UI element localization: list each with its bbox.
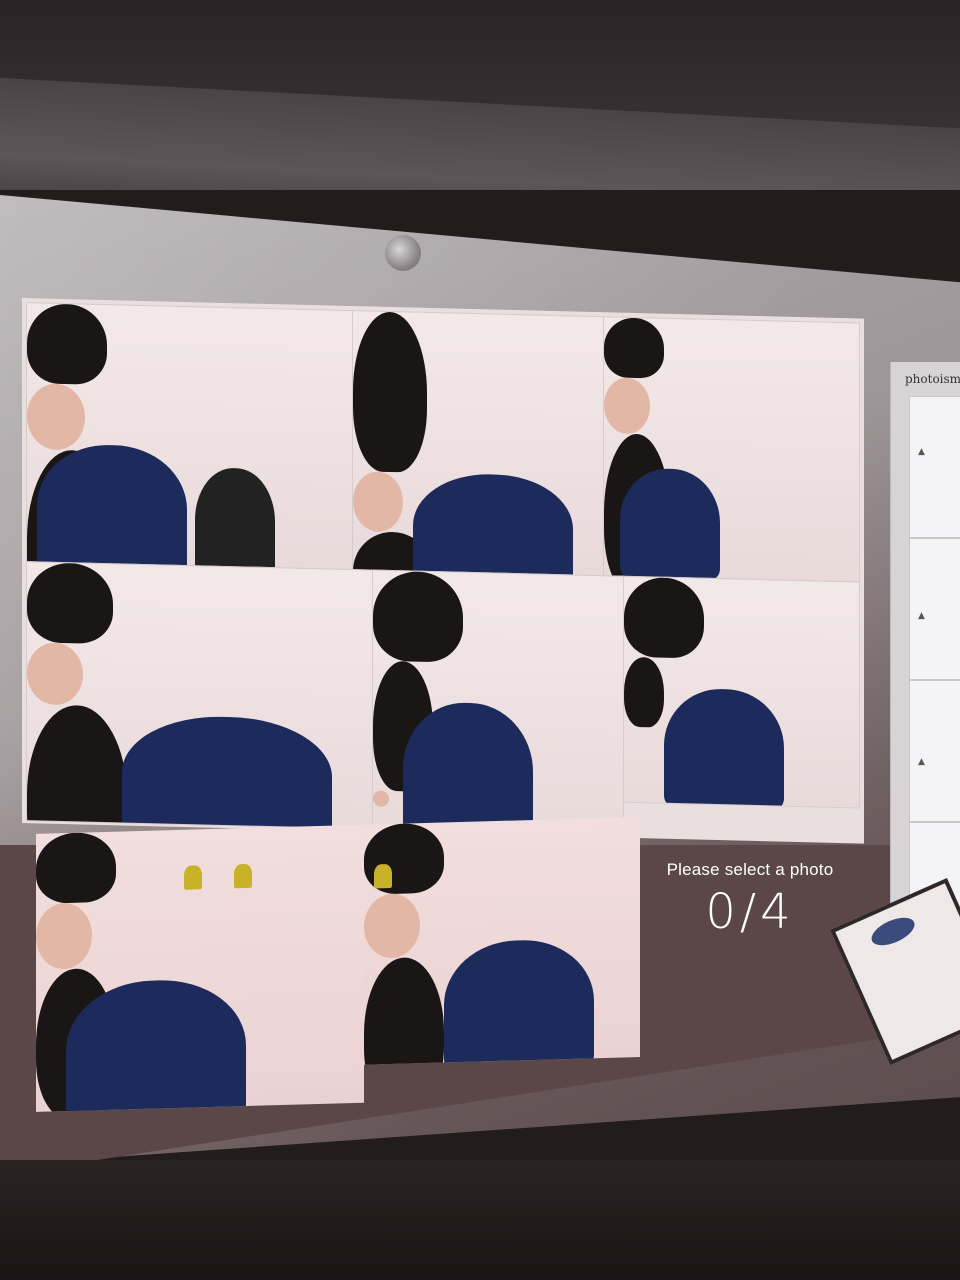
- frame-slot-1[interactable]: ▲: [909, 396, 960, 538]
- selection-prompt: Please select a photo 0/4: [640, 860, 860, 940]
- frame-slot-3[interactable]: ▲: [909, 680, 960, 822]
- slot-arrow-icon: ▲: [918, 757, 925, 767]
- photo-thumbnail-2[interactable]: [352, 310, 604, 577]
- photo-row-bottom: [32, 795, 640, 1112]
- photo-thumbnail-4[interactable]: [26, 561, 373, 830]
- monitor-frame-bottom: [0, 1160, 960, 1280]
- photo-thumbnail-1[interactable]: [26, 302, 353, 571]
- photo-thumbnail-8[interactable]: [364, 817, 640, 1065]
- brand-logo: photoism: [905, 372, 960, 386]
- certificate-logo: [867, 912, 919, 951]
- frame-slot-2[interactable]: ▲: [909, 538, 960, 680]
- photo-thumbnail-3[interactable]: [603, 316, 860, 583]
- slot-arrow-icon: ▲: [918, 611, 925, 621]
- camera-reflection: [385, 235, 421, 271]
- photo-thumbnail-7[interactable]: [36, 824, 364, 1112]
- photo-thumbnail-6[interactable]: [623, 575, 860, 809]
- select-photo-label: Please select a photo: [666, 860, 834, 879]
- photo-grid: [22, 298, 864, 844]
- slot-arrow-icon: ▲: [918, 447, 925, 457]
- selection-counter: 0/4: [705, 884, 795, 940]
